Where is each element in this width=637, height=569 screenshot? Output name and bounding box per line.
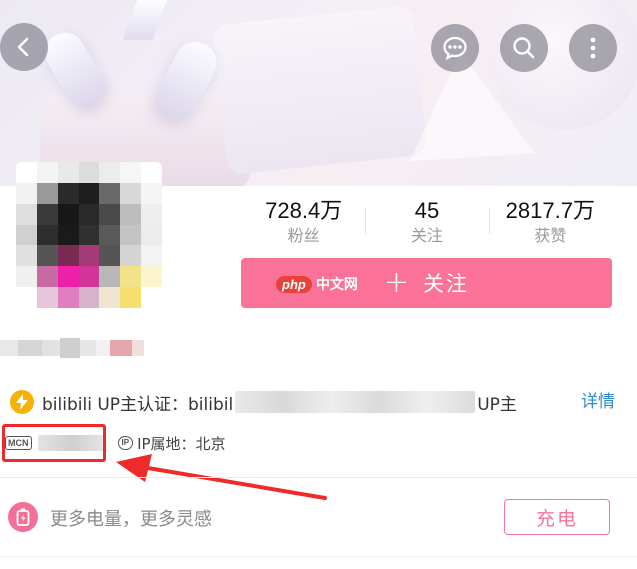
charge-row: 更多电量，更多灵感 充电 <box>8 497 613 537</box>
battery-charge-icon <box>8 502 38 532</box>
annotation-arrow <box>116 454 327 500</box>
charge-button[interactable]: 充电 <box>504 499 610 535</box>
charge-tagline: 更多电量，更多灵感 <box>50 509 212 530</box>
divider <box>0 556 637 557</box>
divider <box>0 477 637 478</box>
